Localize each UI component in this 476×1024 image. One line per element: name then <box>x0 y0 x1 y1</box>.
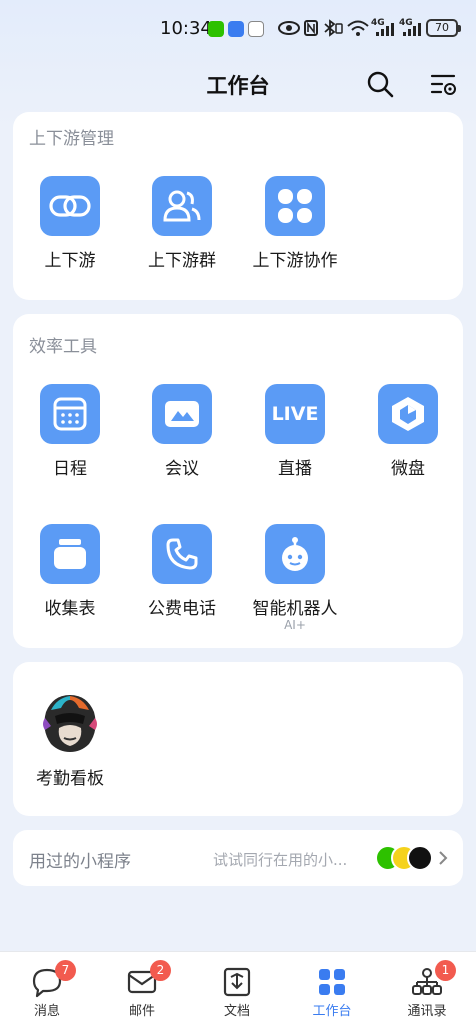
live-icon: LIVE <box>265 384 325 444</box>
link-rings-icon <box>40 176 100 236</box>
efficiency-section: 效率工具 日程 会议 LIVE 直播 微盘 收集表 公费电话 智能机器人 AI+ <box>13 314 463 648</box>
tab-label: 通讯录 <box>407 1004 447 1019</box>
mini-programs-row[interactable]: 用过的小程序 试试同行在用的小... <box>13 830 463 886</box>
app-notification-icon <box>248 21 264 37</box>
tile-label: 日程 <box>53 459 87 479</box>
tile-label: 直播 <box>278 459 312 479</box>
ai-tag: AI+ <box>284 618 306 632</box>
section-title-upstream: 上下游管理 <box>29 129 114 149</box>
signal-icon-a <box>376 23 394 36</box>
tile-label: 公费电话 <box>148 599 216 619</box>
wework-icon <box>228 21 244 37</box>
mini-programs-title: 用过的小程序 <box>29 852 131 872</box>
tile-calendar[interactable]: 日程 <box>13 384 125 494</box>
four-petal-icon <box>265 176 325 236</box>
badge: 7 <box>55 960 76 981</box>
status-bar: 10:34 4G 4G 70 <box>0 0 476 58</box>
calendar-icon <box>40 384 100 444</box>
tile-meeting[interactable]: 会议 <box>125 384 237 494</box>
tile-label: 上下游协作 <box>252 251 338 271</box>
tile-upstream-group[interactable]: 上下游群 <box>125 176 237 286</box>
bluetooth-icon <box>324 19 343 37</box>
tile-label: 上下游群 <box>148 251 216 271</box>
settings-menu-icon[interactable] <box>430 70 458 98</box>
wechat-icon <box>208 21 224 37</box>
monkey-logo-icon <box>39 692 101 754</box>
wifi-icon <box>347 20 369 36</box>
tile-collect-form[interactable]: 收集表 <box>13 524 125 634</box>
search-icon[interactable] <box>366 70 394 98</box>
header: 工作台 <box>0 58 476 108</box>
tile-label: 微盘 <box>391 459 425 479</box>
nfc-icon <box>304 20 318 36</box>
tile-label: 会议 <box>165 459 199 479</box>
tab-contacts[interactable]: 1 通讯录 <box>387 952 467 1024</box>
mini-app-avatar-black <box>407 845 433 871</box>
upstream-section: 上下游管理 上下游 上下游群 上下游协作 <box>13 112 463 300</box>
section-title-efficiency: 效率工具 <box>29 337 97 357</box>
bottom-tab-bar: 7 消息 2 邮件 文档 工作台 1 通讯录 <box>0 951 476 1024</box>
document-icon <box>223 967 251 997</box>
signal-icon-b <box>403 23 421 36</box>
tile-robot[interactable]: 智能机器人 AI+ <box>238 524 350 634</box>
tile-label: 智能机器人 <box>252 599 338 619</box>
badge: 1 <box>435 960 456 981</box>
page-title: 工作台 <box>206 74 270 98</box>
tile-upstream-collab[interactable]: 上下游协作 <box>238 176 350 286</box>
tile-label: 上下游 <box>44 251 96 271</box>
tab-messages[interactable]: 7 消息 <box>7 952 87 1024</box>
tile-drive[interactable]: 微盘 <box>351 384 463 494</box>
tab-workbench[interactable]: 工作台 <box>292 952 372 1024</box>
tile-phone[interactable]: 公费电话 <box>125 524 237 634</box>
robot-icon <box>265 524 325 584</box>
status-time: 10:34 <box>160 18 212 39</box>
workbench-grid-icon <box>319 969 345 995</box>
badge: 2 <box>150 960 171 981</box>
group-people-icon <box>152 176 212 236</box>
tab-documents[interactable]: 文档 <box>197 952 277 1024</box>
tab-label: 工作台 <box>312 1004 352 1019</box>
tile-label: 收集表 <box>44 599 96 619</box>
tile-label: 考勤看板 <box>36 769 104 789</box>
battery-indicator: 70 <box>426 19 461 37</box>
drive-icon <box>378 384 438 444</box>
tab-mail[interactable]: 2 邮件 <box>102 952 182 1024</box>
chevron-right-icon <box>439 851 448 865</box>
tile-attendance-board[interactable]: 考勤看板 <box>13 692 125 802</box>
apps-section: 考勤看板 <box>13 662 463 816</box>
mini-programs-hint: 试试同行在用的小... <box>213 851 348 869</box>
phone-icon <box>152 524 212 584</box>
collect-form-icon <box>40 524 100 584</box>
tile-upstream[interactable]: 上下游 <box>13 176 125 286</box>
meeting-icon <box>152 384 212 444</box>
eye-icon <box>278 21 300 35</box>
tab-label: 消息 <box>33 1004 60 1019</box>
tile-live[interactable]: LIVE 直播 <box>238 384 350 494</box>
tab-label: 邮件 <box>128 1004 155 1019</box>
tab-label: 文档 <box>223 1004 250 1019</box>
